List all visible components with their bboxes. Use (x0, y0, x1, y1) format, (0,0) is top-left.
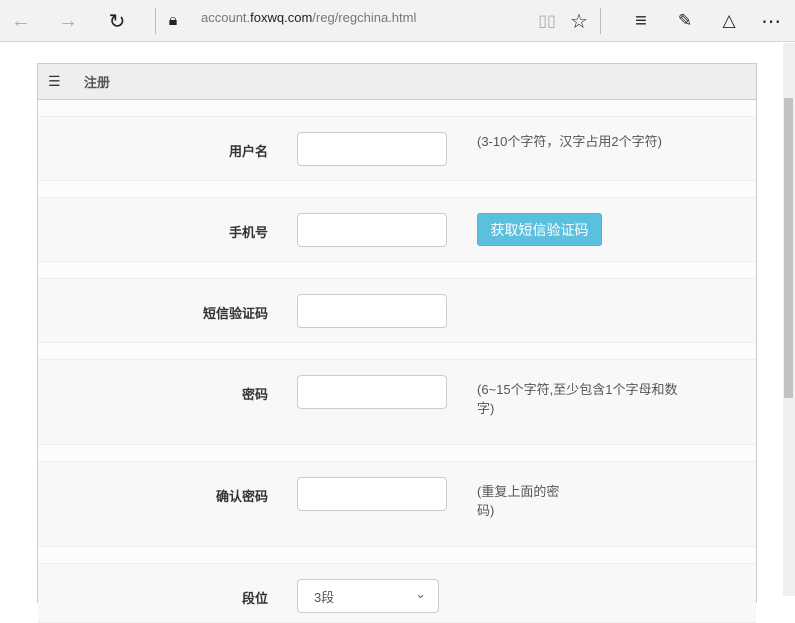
get-sms-code-button[interactable]: 获取短信验证码 (477, 213, 602, 246)
confirm-password-input[interactable] (297, 477, 447, 511)
username-label: 用户名 (228, 144, 268, 159)
password-label: 密码 (241, 387, 268, 402)
sms-code-input[interactable] (297, 294, 447, 328)
scrollbar[interactable] (783, 43, 795, 596)
sms-row: 短信验证码 (38, 278, 756, 343)
password-input[interactable] (297, 375, 447, 409)
refresh-icon[interactable]: ↻ (104, 8, 130, 34)
panel-title: 注册 (84, 75, 111, 90)
hub-icon[interactable]: ≡ (628, 8, 654, 34)
phone-label: 手机号 (228, 225, 268, 240)
url-domain: foxwq.com (250, 10, 313, 25)
web-note-icon[interactable]: ✎ (672, 8, 698, 34)
confirm-hint: (重复上面的密码) (477, 484, 560, 518)
panel-header: ☰ 注册 (38, 64, 756, 100)
url-prefix: account. (201, 10, 251, 25)
scrollbar-thumb[interactable] (784, 98, 793, 398)
back-icon[interactable]: ← (8, 8, 34, 34)
favorite-star-icon[interactable]: ☆ (566, 8, 592, 34)
forward-icon[interactable]: → (55, 8, 81, 34)
rank-select[interactable]: 3段 ⌄ (297, 579, 439, 613)
username-row: 用户名 (3-10个字符，汉字占用2个字符) (38, 116, 756, 181)
phone-row: 手机号 获取短信验证码 (38, 197, 756, 262)
browser-toolbar: ← → ↻ 🔒︎ account.foxwq.com/reg/regchina.… (0, 0, 795, 42)
rank-row: 段位 3段 ⌄ (38, 563, 756, 623)
confirm-label: 确认密码 (215, 489, 268, 504)
chevron-down-icon: ⌄ (415, 586, 426, 601)
share-icon[interactable]: △ (716, 8, 742, 34)
list-icon: ☰ (48, 73, 61, 89)
url-path: /reg/regchina.html (312, 10, 417, 25)
username-hint: (3-10个字符，汉字占用2个字符) (477, 134, 662, 149)
rank-value: 3段 (314, 590, 335, 605)
password-hint: (6~15个字符,至少包含1个字母和数字) (477, 382, 678, 416)
divider (155, 8, 156, 34)
rank-label: 段位 (241, 591, 268, 606)
register-panel: ☰ 注册 用户名 (3-10个字符，汉字占用2个字符) 手机号 获取短信验证码 … (37, 63, 757, 623)
divider (600, 8, 601, 34)
sms-label: 短信验证码 (202, 306, 268, 321)
username-input[interactable] (297, 132, 447, 166)
address-bar[interactable]: account.foxwq.com/reg/regchina.html (201, 10, 416, 25)
phone-input[interactable] (297, 213, 447, 247)
password-row: 密码 (6~15个字符,至少包含1个字母和数字) (38, 359, 756, 445)
lock-icon: 🔒︎ (168, 12, 178, 29)
more-icon[interactable]: ⋯ (758, 8, 784, 34)
reading-view-icon[interactable]: ▯▯ (535, 8, 559, 34)
confirm-row: 确认密码 (重复上面的密码) (38, 461, 756, 547)
